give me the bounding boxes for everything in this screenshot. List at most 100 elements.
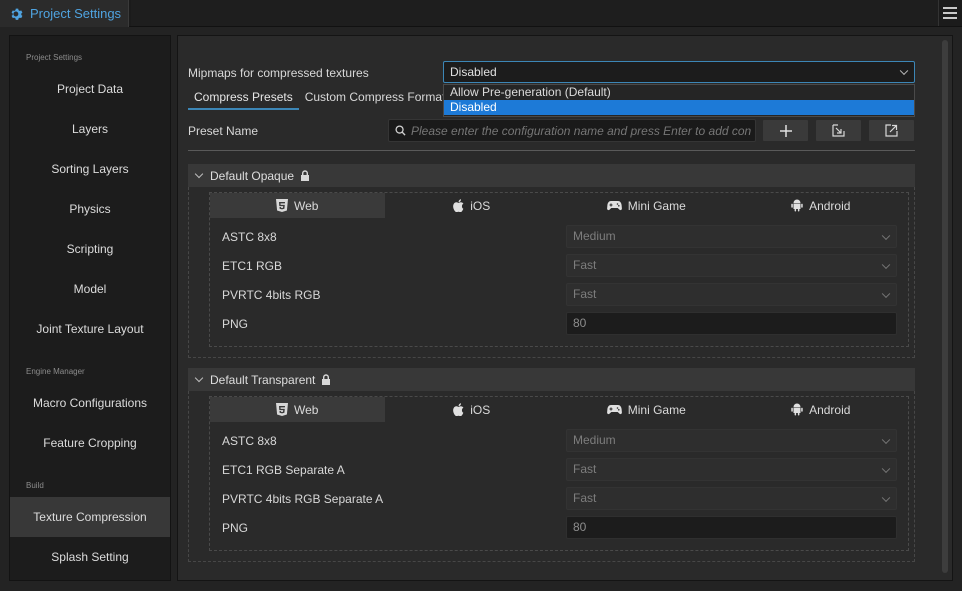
quality-select[interactable]: Fast	[566, 254, 897, 277]
platform-tab-label: Web	[294, 198, 319, 213]
quality-value: Fast	[573, 258, 597, 272]
sidebar-item-texture-compression[interactable]: Texture Compression	[10, 497, 170, 537]
add-preset-button[interactable]	[762, 119, 809, 142]
platform-tab-ios[interactable]: iOS	[384, 397, 559, 422]
gear-icon	[11, 8, 23, 20]
section-default-opaque-body: Web iOS Mini Game Android ASTC 8x8 Mediu…	[188, 187, 915, 358]
format-label: ETC1 RGB	[222, 259, 283, 273]
mipmaps-select[interactable]: Disabled	[443, 61, 915, 83]
android-icon	[791, 199, 803, 212]
preset-tabs: Compress Presets Custom Compress Format	[188, 84, 451, 110]
sidebar-item-label: Layers	[71, 122, 109, 136]
quality-select[interactable]: Fast	[566, 487, 897, 510]
sidebar-item-label: Splash Setting	[51, 550, 129, 564]
format-row-pvrtc: PVRTC 4bits RGB Fast	[210, 280, 908, 309]
preset-name-label: Preset Name	[188, 124, 259, 138]
format-row-etc1-separate: ETC1 RGB Separate A Fast	[210, 455, 908, 484]
sidebar-item-label: Joint Texture Layout	[36, 322, 144, 336]
import-icon	[832, 124, 845, 137]
platform-tab-mini-game[interactable]: Mini Game	[559, 397, 734, 422]
png-quality-input[interactable]: 80	[566, 516, 897, 539]
section-default-transparent-header[interactable]: Default Transparent	[188, 368, 915, 391]
top-tab-bar: Project Settings	[0, 0, 962, 27]
scrollbar[interactable]	[942, 40, 948, 573]
sidebar-item-project-data[interactable]: Project Data	[10, 69, 170, 109]
section-default-transparent-body: Web iOS Mini Game Android ASTC 8x8 Mediu…	[188, 391, 915, 562]
sidebar-item-physics[interactable]: Physics	[10, 189, 170, 229]
html5-icon	[276, 403, 289, 416]
texture-compression-panel: Mipmaps for compressed textures Disabled…	[177, 35, 953, 581]
format-row-png: PNG 80	[210, 309, 908, 338]
platform-settings: Web iOS Mini Game Android ASTC 8x8 Mediu…	[209, 396, 909, 551]
png-quality-input[interactable]: 80	[566, 312, 897, 335]
format-row-png: PNG 80	[210, 513, 908, 542]
sidebar-item-joint-texture-layout[interactable]: Joint Texture Layout	[10, 309, 170, 349]
import-preset-button[interactable]	[815, 119, 862, 142]
dropdown-option-disabled[interactable]: Disabled	[444, 100, 914, 115]
platform-tab-mini-game[interactable]: Mini Game	[559, 193, 734, 218]
platform-tab-web[interactable]: Web	[210, 397, 385, 422]
quality-select[interactable]: Medium	[566, 429, 897, 452]
apple-icon	[453, 199, 464, 212]
sidebar-item-splash-setting[interactable]: Splash Setting	[10, 537, 170, 577]
sidebar-item-feature-cropping[interactable]: Feature Cropping	[10, 423, 170, 463]
chevron-down-icon	[881, 435, 891, 444]
menu-icon[interactable]	[943, 7, 957, 19]
format-label: ASTC 8x8	[222, 434, 277, 448]
section-default-opaque-header[interactable]: Default Opaque	[188, 164, 915, 187]
export-icon	[885, 124, 898, 137]
quality-select[interactable]: Medium	[566, 225, 897, 248]
format-label: PNG	[222, 317, 249, 331]
html5-icon	[276, 199, 289, 212]
tab-custom-compress-format[interactable]: Custom Compress Format	[299, 84, 452, 110]
platform-tab-label: Mini Game	[627, 198, 686, 213]
format-label: PNG	[222, 521, 249, 535]
platform-tab-android[interactable]: Android	[733, 397, 908, 422]
platform-tab-label: iOS	[470, 198, 491, 213]
quality-value: Fast	[573, 462, 597, 476]
platform-tab-label: Mini Game	[627, 402, 686, 417]
chevron-down-icon	[881, 260, 891, 269]
sidebar-item-sorting-layers[interactable]: Sorting Layers	[10, 149, 170, 189]
tab-compress-presets[interactable]: Compress Presets	[188, 84, 299, 110]
android-icon	[791, 403, 803, 416]
gamepad-icon	[606, 405, 622, 415]
sidebar-item-layers[interactable]: Layers	[10, 109, 170, 149]
sidebar-item-label: Macro Configurations	[32, 396, 148, 410]
format-label: ETC1 RGB Separate A	[222, 463, 345, 477]
sidebar-item-label: Project Data	[56, 82, 124, 96]
format-row-etc1: ETC1 RGB Fast	[210, 251, 908, 280]
platform-tabs: Web iOS Mini Game Android	[210, 193, 908, 218]
chevron-down-icon	[881, 464, 891, 473]
tab-project-settings[interactable]: Project Settings	[0, 0, 129, 27]
chevron-down-icon	[881, 289, 891, 298]
preset-name-input[interactable]	[411, 120, 751, 141]
format-label: PVRTC 4bits RGB	[222, 288, 321, 302]
sidebar-item-scripting[interactable]: Scripting	[10, 229, 170, 269]
platform-tab-web[interactable]: Web	[210, 193, 385, 218]
platform-tab-android[interactable]: Android	[733, 193, 908, 218]
format-label: PVRTC 4bits RGB Separate A	[222, 492, 384, 506]
lock-icon	[322, 374, 331, 385]
sidebar-item-model[interactable]: Model	[10, 269, 170, 309]
sidebar-item-label: Texture Compression	[33, 510, 147, 524]
section-title: Default Opaque	[210, 168, 295, 183]
platform-tab-ios[interactable]: iOS	[384, 193, 559, 218]
format-row-astc: ASTC 8x8 Medium	[210, 222, 908, 251]
search-icon	[395, 125, 406, 136]
section-title: Default Transparent	[210, 372, 316, 387]
format-row-astc: ASTC 8x8 Medium	[210, 426, 908, 455]
quality-select[interactable]: Fast	[566, 458, 897, 481]
sidebar-group-engine-manager: Engine Manager	[26, 367, 85, 376]
export-preset-button[interactable]	[868, 119, 915, 142]
sidebar-item-macro-configurations[interactable]: Macro Configurations	[10, 383, 170, 423]
plus-icon	[779, 124, 792, 137]
chevron-down-icon	[194, 373, 204, 383]
mipmaps-label: Mipmaps for compressed textures	[188, 66, 369, 80]
quality-select[interactable]: Fast	[566, 283, 897, 306]
apple-icon	[453, 403, 464, 416]
dropdown-option-allow-pregeneration[interactable]: Allow Pre-generation (Default)	[444, 85, 914, 100]
settings-sidebar: Project Settings Project Data Layers Sor…	[9, 35, 171, 581]
chevron-down-icon	[194, 169, 204, 179]
format-label: ASTC 8x8	[222, 230, 277, 244]
